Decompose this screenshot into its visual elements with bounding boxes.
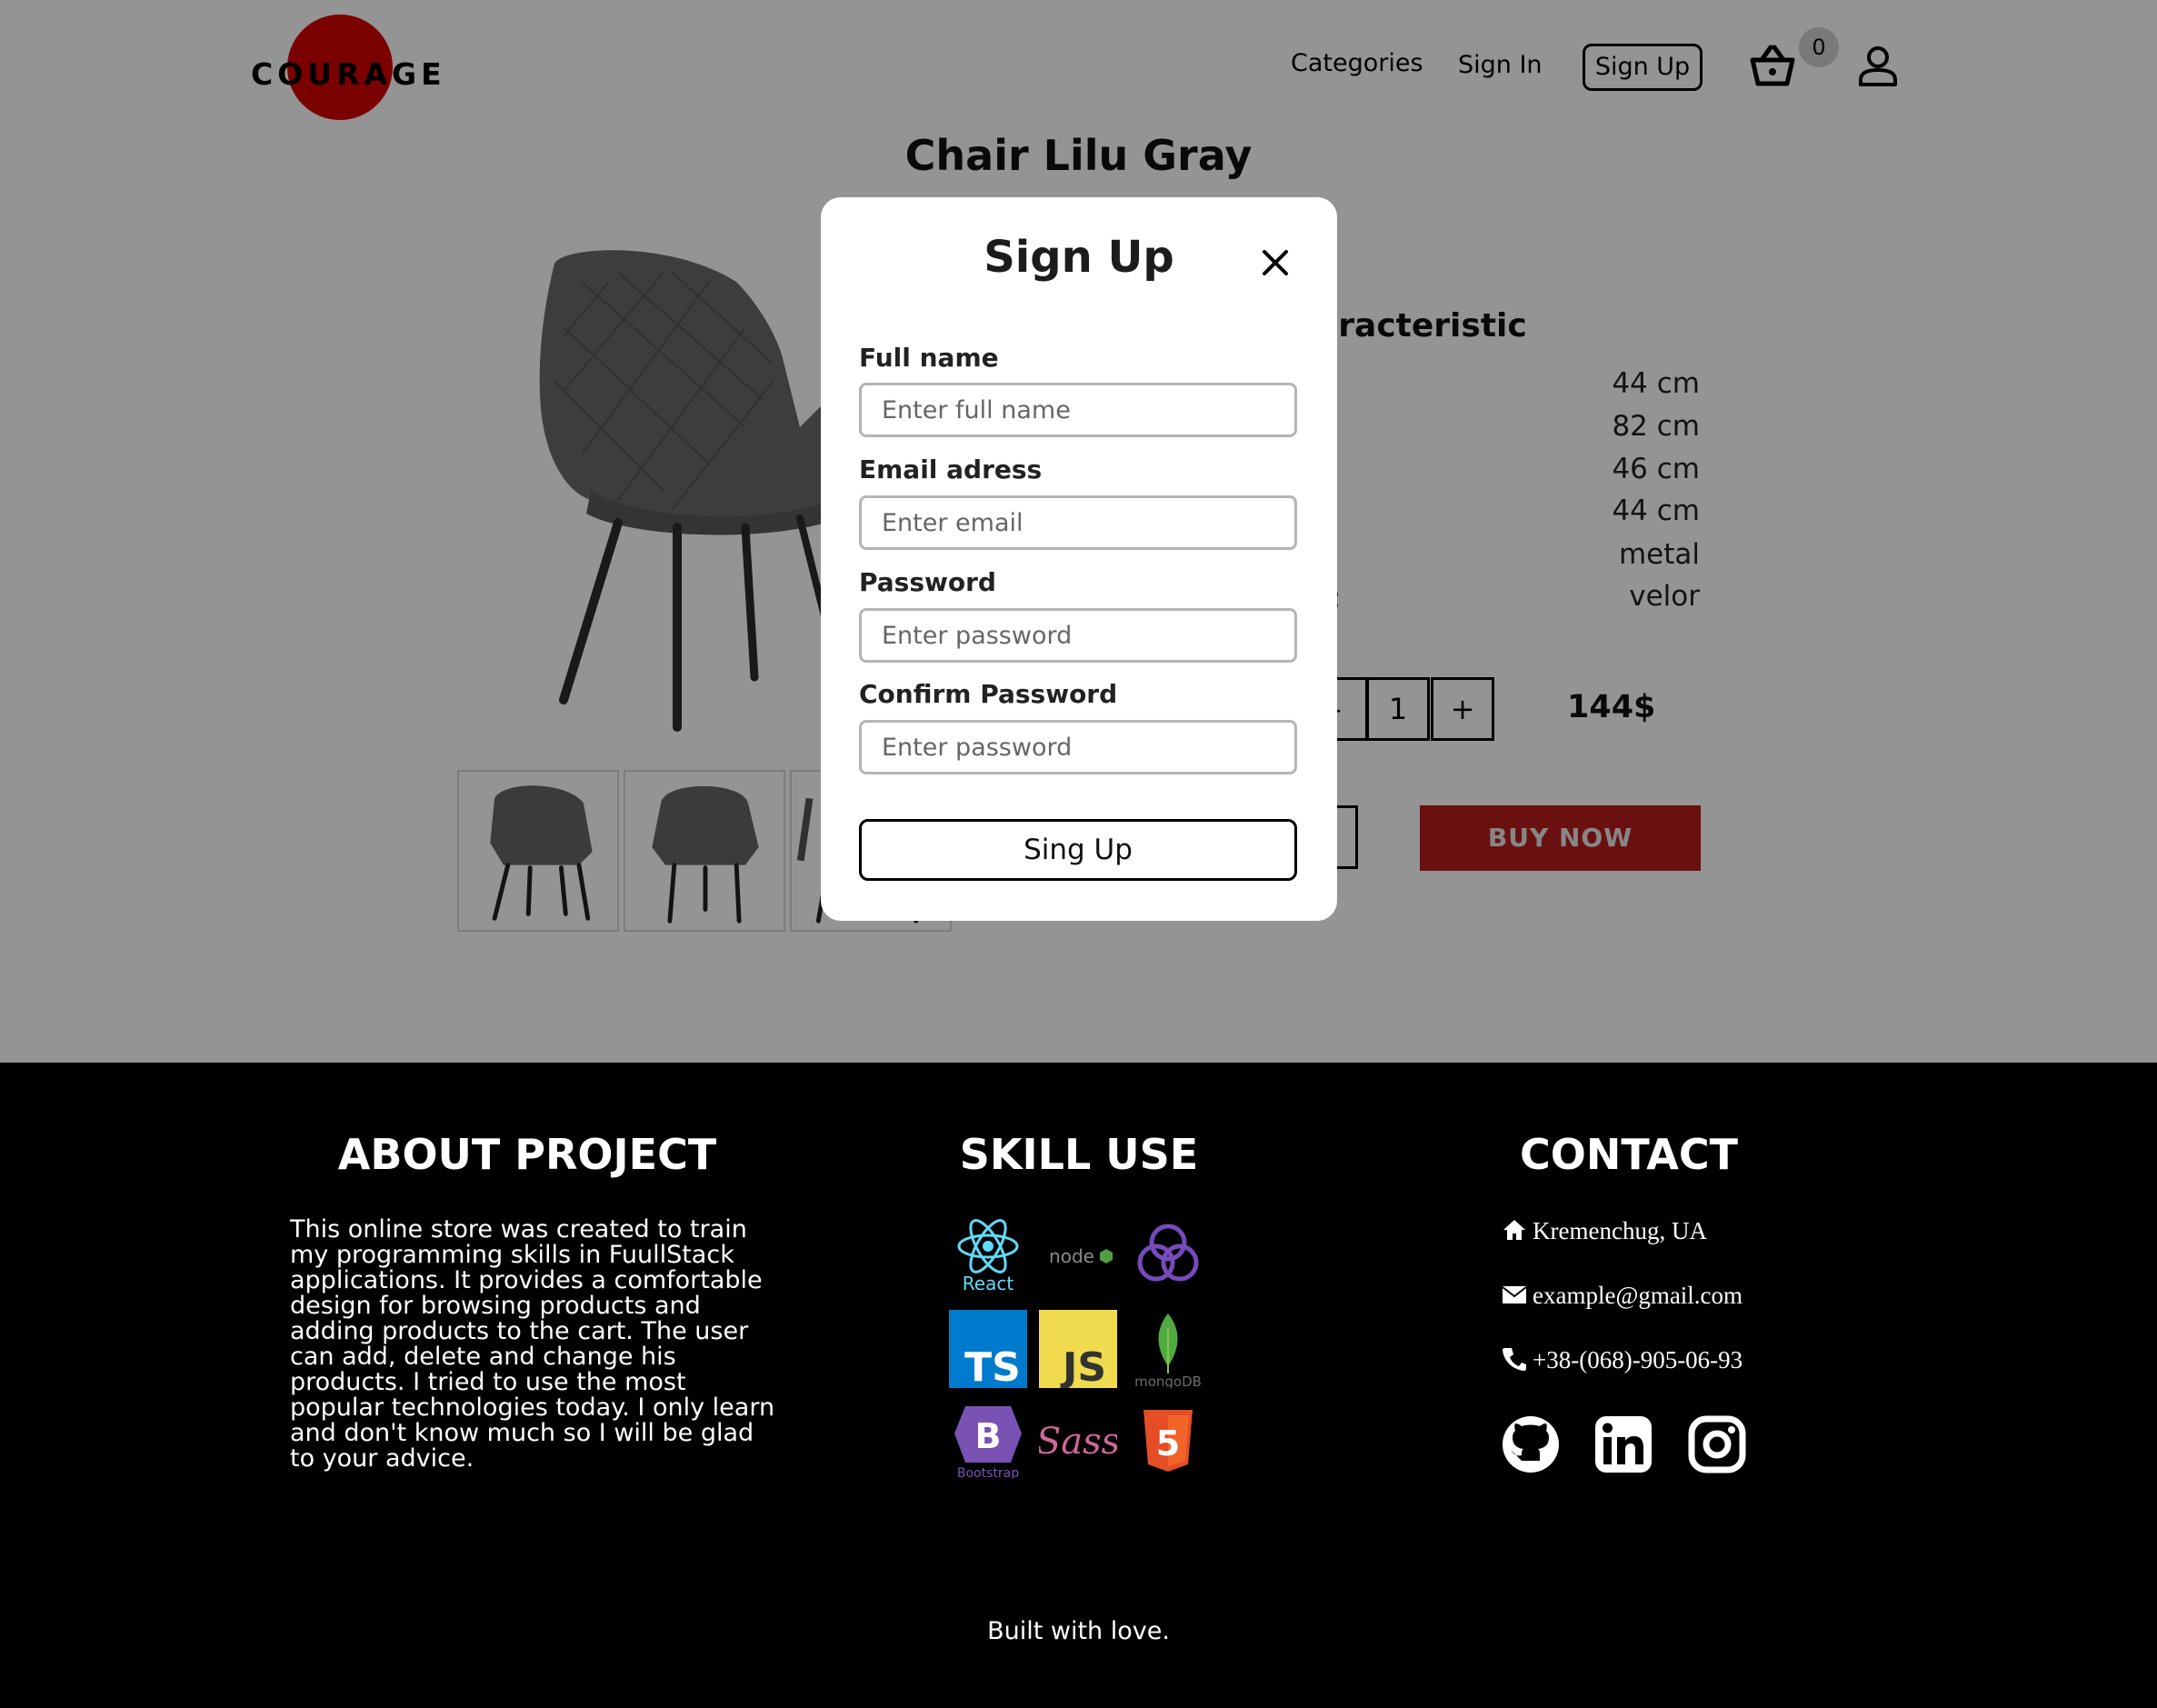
linkedin-icon[interactable] <box>1594 1415 1653 1473</box>
instagram-icon[interactable] <box>1688 1415 1746 1473</box>
html5-label: 5 <box>1156 1423 1180 1463</box>
confirm-password-input[interactable] <box>859 720 1297 774</box>
react-label: React <box>963 1273 1014 1293</box>
contact-email-text: example@gmail.com <box>1533 1282 1743 1309</box>
javascript-label: JS <box>1060 1344 1106 1388</box>
envelope-icon <box>1502 1282 1527 1307</box>
password-label: Password <box>859 567 996 597</box>
contact-phone-text: +38-(068)-905-06-93 <box>1533 1346 1743 1373</box>
about-project-heading: ABOUT PROJECT <box>337 1130 717 1179</box>
nodejs-label: node <box>1049 1245 1094 1267</box>
skill-use-heading: SKILL USE <box>959 1130 1199 1179</box>
github-icon[interactable] <box>1502 1415 1560 1473</box>
full-name-input[interactable] <box>859 383 1297 437</box>
contact-address: Kremenchug, UA <box>1502 1217 1707 1245</box>
bootstrap-label: Bootstrap <box>957 1466 1019 1479</box>
phone-icon <box>1502 1346 1527 1372</box>
bootstrap-letter: B <box>975 1416 1002 1456</box>
confirm-password-label: Confirm Password <box>859 679 1118 709</box>
contact-heading: CONTACT <box>1520 1130 1738 1179</box>
about-project-text: This online store was created to train m… <box>290 1215 775 1473</box>
contact-phone[interactable]: +38-(068)-905-06-93 <box>1502 1346 1743 1374</box>
html5-icon: 5 <box>1129 1401 1207 1479</box>
sign-up-submit-button[interactable]: Sing Up <box>859 819 1297 881</box>
javascript-icon: JS <box>1039 1310 1117 1391</box>
nodejs-icon: node <box>1039 1215 1117 1293</box>
full-name-label: Full name <box>859 343 999 373</box>
react-icon: React <box>949 1215 1027 1294</box>
typescript-icon: TS <box>949 1310 1027 1391</box>
bootstrap-icon: B Bootstrap <box>949 1401 1027 1481</box>
password-input[interactable] <box>859 608 1297 663</box>
mongodb-icon: mongoDB <box>1129 1310 1207 1390</box>
site-footer: ABOUT PROJECT This online store was crea… <box>0 1063 2157 1708</box>
contact-email[interactable]: example@gmail.com <box>1502 1282 1743 1310</box>
email-input[interactable] <box>859 495 1297 550</box>
home-icon <box>1502 1217 1527 1243</box>
close-icon[interactable] <box>1257 245 1293 281</box>
email-label: Email adress <box>859 454 1043 484</box>
typescript-label: TS <box>964 1344 1021 1388</box>
sass-label: Sass <box>1039 1421 1117 1463</box>
redux-icon <box>1129 1215 1207 1293</box>
built-with-love-text: Built with love. <box>987 1617 1170 1645</box>
sign-up-modal: Sign Up Full name Email adress Password … <box>821 197 1337 921</box>
sass-icon: Sass <box>1036 1401 1120 1479</box>
contact-address-text: Kremenchug, UA <box>1533 1217 1707 1244</box>
mongodb-label: mongoDB <box>1134 1373 1202 1388</box>
